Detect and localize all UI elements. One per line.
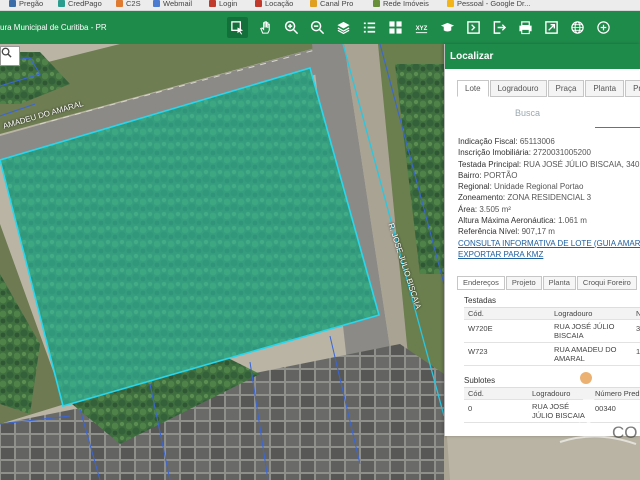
webmail-icon: [153, 0, 160, 7]
pan-tool-button[interactable]: [255, 17, 276, 38]
credpago-icon: [58, 0, 65, 7]
tab-croqui-foreiro[interactable]: Croqui Foreiro: [576, 276, 637, 290]
table-row[interactable]: W723 RUA AMADEU DO AMARAL 1: [464, 343, 640, 366]
busca-label[interactable]: Busca: [515, 108, 540, 118]
busca-underline: [595, 127, 640, 128]
info-testada-principal: Testada Principal: RUA JOSÉ JÚLIO BISCAI…: [458, 159, 640, 169]
app-title: ura Municipal de Curitiba - PR: [0, 23, 107, 32]
bookmark-canal-pro[interactable]: Canal Pro: [310, 0, 353, 10]
bookmark-login[interactable]: Login: [209, 0, 237, 10]
bookmark-google-drive[interactable]: Pessoal - Google Dr...: [447, 0, 530, 10]
search-icon: [1, 47, 12, 58]
testadas-table: Cód. Logradouro N W720E RUA JOSÉ JÚLIO B…: [464, 307, 640, 366]
locacao-icon: [255, 0, 262, 7]
globe-button[interactable]: [567, 17, 588, 38]
zoom-in-icon: [284, 20, 299, 35]
print-button[interactable]: [515, 17, 536, 38]
bookmark-locacao[interactable]: Locação: [255, 0, 293, 10]
exportar-kmz-link[interactable]: EXPORTAR PARA KMZ: [458, 249, 640, 260]
svg-text:J: J: [578, 389, 595, 438]
info-area: Área: 3.505 m²: [458, 204, 511, 214]
consulta-informativa-link[interactable]: CONSULTA INFORMATIVA DE LOTE (GUIA AMARE: [458, 238, 640, 249]
zoom-out-icon: [310, 20, 325, 35]
lot-info: Indicação Fiscal: 65113006 Inscrição Imo…: [458, 136, 640, 260]
tab-praca[interactable]: Praça: [547, 80, 585, 97]
bookmarks-bar: Pregão CredPago C2S Webmail Login Locaçã…: [0, 0, 640, 11]
list-icon: [363, 22, 376, 33]
grid-button[interactable]: [385, 17, 406, 38]
panel-title: Localizar: [445, 44, 640, 69]
tab-enderecos[interactable]: Endereços: [457, 276, 505, 290]
tab-projeto[interactable]: Projeto: [505, 276, 542, 290]
info-zoneamento: Zoneamento: ZONA RESIDENCIAL 3: [458, 193, 592, 203]
zoom-out-button[interactable]: [307, 17, 328, 38]
bookmark-pregao[interactable]: Pregão: [9, 0, 43, 10]
pregao-icon: [9, 0, 16, 7]
app-toolbar: ura Municipal de Curitiba - PR XYZ: [0, 11, 640, 44]
watermark-logo: J CO: [559, 372, 638, 445]
more-icon: [597, 21, 610, 34]
layers-button[interactable]: [333, 17, 354, 38]
info-regional: Regional: Unidade Regional Portao: [458, 182, 584, 192]
grid-icon: [389, 21, 402, 34]
tab-pr[interactable]: Pr: [625, 80, 640, 97]
c2s-icon: [116, 0, 123, 7]
share-button[interactable]: [541, 17, 562, 38]
svg-text:XYZ: XYZ: [416, 25, 428, 32]
globe-icon: [571, 21, 584, 34]
layers-icon: [337, 21, 350, 35]
table-row[interactable]: W720E RUA JOSÉ JÚLIO BISCAIA 3: [464, 320, 640, 343]
info-altura-maxima: Altura Máxima Aeronáutica: 1.061 m: [458, 216, 587, 226]
info-bairro: Bairro: PORTÃO: [458, 170, 518, 180]
tab-lote[interactable]: Lote: [457, 80, 489, 97]
xyz-coordinates-button[interactable]: XYZ: [411, 17, 432, 38]
more-button[interactable]: [593, 17, 614, 38]
google-drive-icon: [447, 0, 454, 7]
panel-tabs: LoteLogradouroPraçaPlantaPr: [457, 80, 640, 97]
map-search-button[interactable]: [0, 46, 20, 66]
print-icon: [519, 21, 532, 35]
bookmark-credpago[interactable]: CredPago: [58, 0, 102, 10]
xyz-coordinates-icon: XYZ: [416, 25, 428, 34]
bookmark-c2s[interactable]: C2S: [116, 0, 141, 10]
pointer-tool-button[interactable]: [227, 17, 248, 38]
pointer-icon: [231, 21, 244, 35]
tab-logradouro[interactable]: Logradouro: [489, 80, 547, 97]
testadas-title: Testadas: [464, 296, 497, 305]
bookmark-webmail[interactable]: Webmail: [153, 0, 192, 10]
info-referencia-nivel: Referência Nível: 907,17 m: [458, 227, 555, 237]
list-button[interactable]: [359, 17, 380, 38]
pan-hand-icon: [260, 21, 270, 34]
education-button[interactable]: [437, 17, 458, 38]
canal-pro-icon: [310, 0, 317, 7]
education-icon: [440, 22, 455, 32]
zoom-in-button[interactable]: [281, 17, 302, 38]
info-indicacao-fiscal: Indicação Fiscal: 65113006: [458, 137, 555, 146]
table-header: Cód. Logradouro N: [464, 308, 640, 320]
open-panel-button[interactable]: [463, 17, 484, 38]
login-icon: [209, 0, 216, 7]
bookmark-rede-imoveis[interactable]: Rede Imóveis: [373, 0, 429, 10]
share-icon: [545, 21, 558, 34]
open-panel-icon: [467, 21, 480, 34]
exit-icon: [493, 21, 507, 34]
rede-imoveis-icon: [373, 0, 380, 7]
tab-planta[interactable]: Planta: [585, 80, 625, 97]
info-inscricao-imobiliaria: Inscrição Imobiliária: 2720031005200: [458, 148, 591, 158]
sublotes-title: Sublotes: [464, 376, 496, 385]
tab-planta-detail[interactable]: Planta: [542, 276, 576, 290]
detail-tabs: Endereços Projeto Planta Croqui Foreiro: [457, 276, 638, 290]
exit-button[interactable]: [489, 17, 510, 38]
